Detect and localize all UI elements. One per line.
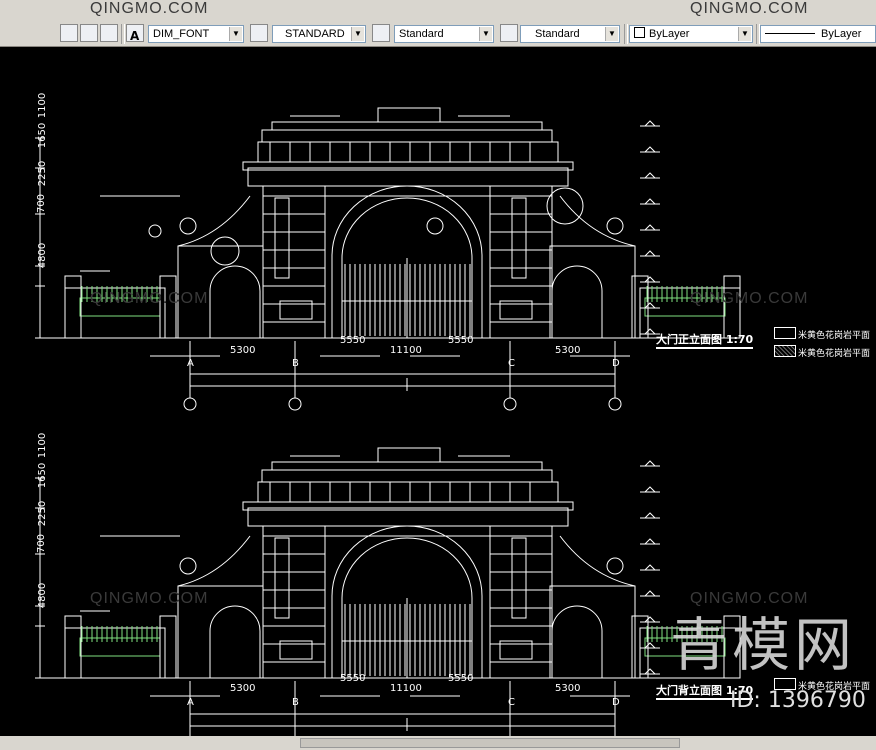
- watermark: QINGMO.COM: [690, 0, 809, 17]
- watermark: QINGMO.COM: [690, 290, 809, 307]
- axis-label: C: [508, 697, 515, 708]
- legend-label: 米黄色花岗岩平面: [798, 349, 871, 359]
- layer-icon[interactable]: [60, 24, 78, 42]
- watermark: QINGMO.COM: [90, 0, 209, 17]
- vertical-dimension-label: 1650: [37, 462, 49, 489]
- dimension-label: 5550: [448, 673, 474, 684]
- watermark: QINGMO.COM: [90, 590, 209, 607]
- dim-style-select[interactable]: DIM_FONT ▼: [148, 25, 244, 43]
- dimension-label: 5550: [340, 335, 366, 346]
- color-swatch-icon: [634, 27, 645, 38]
- color-select[interactable]: ByLayer ▼: [629, 25, 753, 43]
- layer-states-icon[interactable]: [80, 24, 98, 42]
- vertical-dimension-label: 1650: [37, 122, 49, 149]
- table-style-icon[interactable]: [372, 24, 390, 42]
- axis-label: D: [612, 358, 620, 369]
- vertical-dimension-label: 2250: [37, 500, 49, 527]
- line-preview-icon: [765, 33, 815, 34]
- vertical-dimension-label: 1100: [37, 432, 49, 459]
- axis-label: B: [292, 697, 299, 708]
- legend-swatch: [774, 345, 796, 357]
- scrollbar-thumb[interactable]: [300, 738, 680, 748]
- table-style-select[interactable]: Standard ▼: [394, 25, 494, 43]
- legend-label: 米黄色花岗岩平面: [798, 331, 871, 341]
- axis-label: D: [612, 697, 620, 708]
- horizontal-scrollbar[interactable]: [0, 736, 876, 750]
- vertical-dimension-label: 2250: [37, 160, 49, 187]
- vertical-dimension-label: 1100: [37, 92, 49, 119]
- multileader-style-select[interactable]: Standard ▼: [520, 25, 620, 43]
- brand-watermark: 青模网: [670, 611, 857, 679]
- dimension-label: 5550: [340, 673, 366, 684]
- dimension-label: 5550: [448, 335, 474, 346]
- id-watermark: ID: 1396790: [730, 688, 866, 713]
- axis-label: B: [292, 358, 299, 369]
- linetype-select[interactable]: ByLayer: [760, 25, 876, 43]
- axis-label: A: [187, 697, 194, 708]
- axis-label: A: [187, 358, 194, 369]
- vertical-dimension-label: 700: [36, 533, 48, 554]
- vertical-dimension-label: 700: [36, 193, 48, 214]
- dimension-label: 5300: [555, 345, 581, 356]
- front-elevation-title: 大门正立面图 1:70: [656, 331, 754, 349]
- dimension-style-icon[interactable]: [250, 24, 268, 42]
- total-dimension-label: 11100: [390, 683, 422, 694]
- vertical-dimension-label: 4800: [37, 242, 49, 269]
- watermark: QINGMO.COM: [90, 290, 209, 307]
- axis-label: C: [508, 358, 515, 369]
- dimension-label: 5300: [555, 683, 581, 694]
- legend-swatch: [774, 327, 796, 339]
- multileader-style-icon[interactable]: [500, 24, 518, 42]
- total-dimension-label: 11100: [390, 345, 422, 356]
- layer-prev-icon[interactable]: [100, 24, 118, 42]
- styles-toolbar: A DIM_FONT ▼ STANDARD ▼ Standard ▼ Standard…: [0, 22, 876, 46]
- text-style-icon[interactable]: A: [126, 24, 144, 43]
- dimension-label: 5300: [230, 683, 256, 694]
- text-style-select[interactable]: STANDARD ▼: [272, 25, 366, 43]
- front-elevation: [35, 107, 741, 411]
- vertical-dimension-label: 4800: [37, 582, 49, 609]
- dimension-label: 5300: [230, 345, 256, 356]
